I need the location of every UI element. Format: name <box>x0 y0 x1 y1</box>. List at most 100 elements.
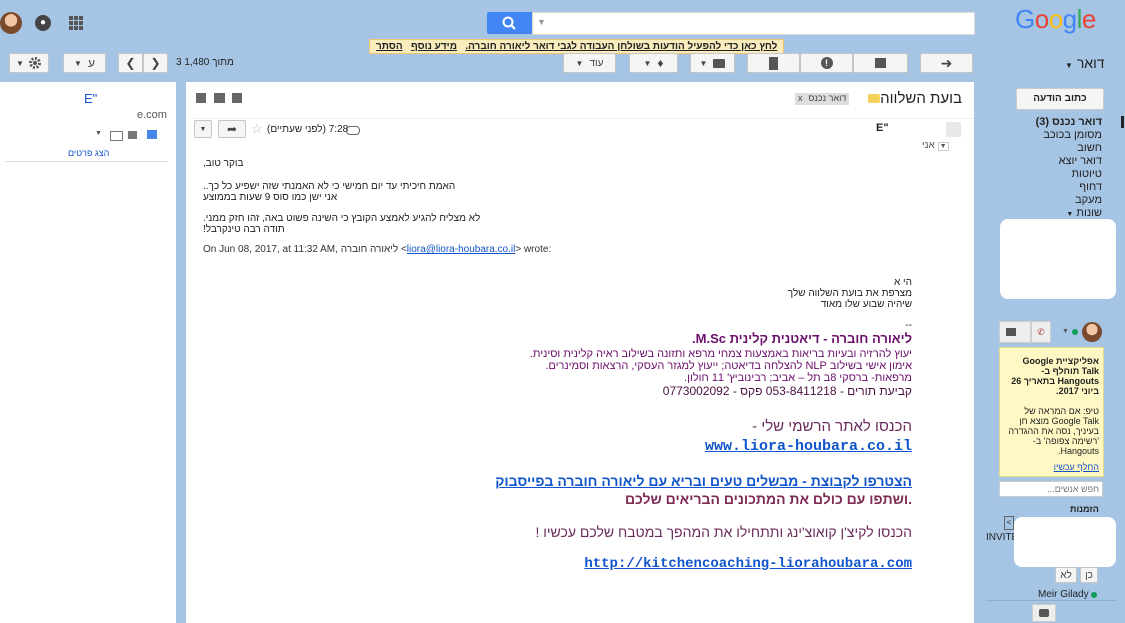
sender-avatar-icon <box>946 122 961 137</box>
move-to-button[interactable]: ▼ <box>690 53 735 73</box>
learn-more-link[interactable]: מידע נוסף <box>411 41 457 52</box>
inbox-label-chip: x דואר נכנס <box>795 93 850 105</box>
video-call-icon[interactable] <box>128 131 137 139</box>
folder-icon <box>713 58 726 68</box>
nav-item-sent[interactable]: דואר יוצא <box>1000 155 1102 168</box>
mail-switcher[interactable]: ▼ דואר <box>1065 55 1104 71</box>
hide-notice-link[interactable]: הסתר <box>376 41 403 52</box>
enable-notifications-link[interactable]: לחץ כאן כדי להפעיל הודעות בשולחן העבודה … <box>465 41 777 52</box>
kitchen-coaching-link[interactable]: http://kitchencoaching-liorahoubara.com <box>495 556 912 572</box>
archive-icon <box>875 58 886 68</box>
labels-button[interactable]: ▼ ♦ <box>629 53 678 73</box>
print-icon[interactable] <box>214 93 225 103</box>
delete-button[interactable] <box>747 53 800 73</box>
reply-button[interactable]: ➦ <box>218 120 246 138</box>
chat-user-avatar[interactable] <box>1082 322 1102 342</box>
dropdown-arrow-icon: ▼ <box>699 58 708 68</box>
dropdown-arrow-icon: ▼ <box>575 58 584 68</box>
dropdown-arrow-icon: ▼ <box>16 58 24 68</box>
new-chat-button[interactable] <box>1032 604 1056 622</box>
quoted-email-link[interactable]: liora@liora-houbara.co.il <box>407 244 516 255</box>
dropdown-arrow-icon: ▼ <box>1065 61 1073 70</box>
message-view: בועת השלווה x דואר נכנס ➦ ▼ ☆ 7:28 (לפני… <box>186 82 974 623</box>
video-call-icon[interactable] <box>1006 328 1016 336</box>
label-tag-icon: ♦ <box>657 56 664 70</box>
remove-label-button[interactable]: x <box>798 93 803 105</box>
nav-labels: דואר נכנס (3) מסומן בכוכב חשוב דואר יוצא… <box>1000 116 1102 221</box>
important-marker-icon[interactable] <box>868 94 880 103</box>
decline-invite-button[interactable]: לא <box>1055 567 1077 583</box>
message-time: 7:28 (לפני שעתיים) <box>267 124 349 135</box>
contact-actions: ▼ <box>95 130 159 142</box>
quote-header: On Jun 08, 2017, at 11:32 AM, ליאורה חוב… <box>203 244 552 255</box>
compose-button[interactable]: כתוב הודעה <box>1016 88 1104 110</box>
settings-button[interactable]: ▼ <box>9 53 49 73</box>
nav-item-drafts[interactable]: טיוטות <box>1000 168 1102 181</box>
more-button[interactable]: ▼ עוד <box>563 53 616 73</box>
newer-button[interactable]: ❮ <box>118 53 143 73</box>
more-reply-options-button[interactable]: ▼ <box>194 120 212 138</box>
open-new-window-icon[interactable] <box>196 93 206 103</box>
recipients-toggle[interactable]: אני ▼ <box>922 140 949 151</box>
account-avatar[interactable] <box>0 12 22 34</box>
status-dropdown-icon[interactable]: ▼ <box>1062 328 1069 335</box>
divider <box>194 118 974 119</box>
divider <box>986 600 1116 601</box>
google-logo: Google <box>1015 4 1096 34</box>
chevron-right-icon: ❯ <box>150 56 161 70</box>
email-icon[interactable] <box>110 131 123 141</box>
chat-bubble-icon <box>1039 609 1049 617</box>
switch-now-link[interactable]: החלף עכשיו <box>1004 462 1099 472</box>
facebook-group-link[interactable]: הצטרפו לקבוצת - מבשלים טעים ובריא עם ליא… <box>495 473 912 489</box>
desktop-notifications-banner: לחץ כאן כדי להפעיל הודעות בשולחן העבודה … <box>369 39 785 54</box>
notifications-icon[interactable]: ● <box>35 15 51 31</box>
selected-indicator <box>1121 116 1124 128</box>
chevron-left-icon[interactable]: < <box>1004 516 1014 530</box>
nav-item-inbox[interactable]: דואר נכנס (3) <box>1000 116 1102 129</box>
divider <box>5 161 168 162</box>
sender-name: E" <box>84 91 98 106</box>
input-language-button[interactable]: ▼ ע <box>63 53 106 73</box>
sender-info-panel: E" e.com ▼ הצג פרטים <box>0 82 176 623</box>
dropdown-arrow-icon: ▼ <box>199 125 207 133</box>
quoted-message: הי א מצרפת את בועת השלווה שלך שיהיה שבוע… <box>787 277 912 331</box>
chevron-left-icon: ❮ <box>125 56 136 70</box>
nav-item-followup[interactable]: מעקב <box>1000 194 1102 207</box>
more-actions-icon[interactable]: ▼ <box>95 130 102 137</box>
nav-item-starred[interactable]: מסומן בכוכב <box>1000 129 1102 142</box>
sender-display-name[interactable]: E" <box>876 122 889 134</box>
back-to-inbox-button[interactable]: ➜ <box>920 53 973 73</box>
dropdown-arrow-icon: ▼ <box>74 58 82 68</box>
invite-card <box>1014 517 1116 567</box>
talk-promo: אפליקציית Google Talk תוחלף ב-Hangouts ב… <box>999 347 1104 477</box>
show-details-link[interactable]: הצג פרטים <box>68 148 109 158</box>
trash-icon <box>769 56 778 70</box>
report-spam-button[interactable]: ! <box>800 53 853 73</box>
nav-item-important[interactable]: חשוב <box>1000 142 1102 155</box>
website-link[interactable]: www.liora-houbara.co.il <box>495 438 912 455</box>
contact-name[interactable]: Meir Gilady <box>1038 589 1089 600</box>
hangouts-placeholder <box>1000 219 1116 299</box>
online-status-icon <box>1091 592 1097 598</box>
subject-title: בועת השלווה <box>880 90 962 107</box>
search-dropdown-icon[interactable]: ▼ <box>537 17 546 27</box>
nav-item-urgent[interactable]: דחוף <box>1000 181 1102 194</box>
expand-all-icon[interactable] <box>232 93 242 103</box>
sender-email: e.com <box>137 109 167 121</box>
forward-arrow-icon: ➜ <box>940 54 953 71</box>
phone-call-icon[interactable]: ✆ <box>1031 321 1051 343</box>
accept-invite-button[interactable]: כן <box>1080 567 1098 583</box>
archive-button[interactable] <box>853 53 908 73</box>
older-button[interactable]: ❯ <box>143 53 168 73</box>
chat-icon[interactable] <box>147 130 157 139</box>
search-button[interactable] <box>487 12 532 34</box>
signature-links: הכנסו לאתר הרשמי שלי - www.liora-houbara… <box>495 418 912 572</box>
search-input[interactable]: ▼ <box>532 12 975 35</box>
spam-icon: ! <box>820 57 833 69</box>
pager-count: 3 מתוך 1,480 <box>176 57 234 68</box>
signature: ליאורה חוברה - דיאטנית קלינית M.Sc. יעוץ… <box>529 331 912 398</box>
search-people-input[interactable] <box>999 481 1103 497</box>
star-icon[interactable]: ☆ <box>251 121 263 137</box>
apps-grid-icon[interactable] <box>69 16 83 30</box>
online-status-icon <box>1072 329 1078 335</box>
